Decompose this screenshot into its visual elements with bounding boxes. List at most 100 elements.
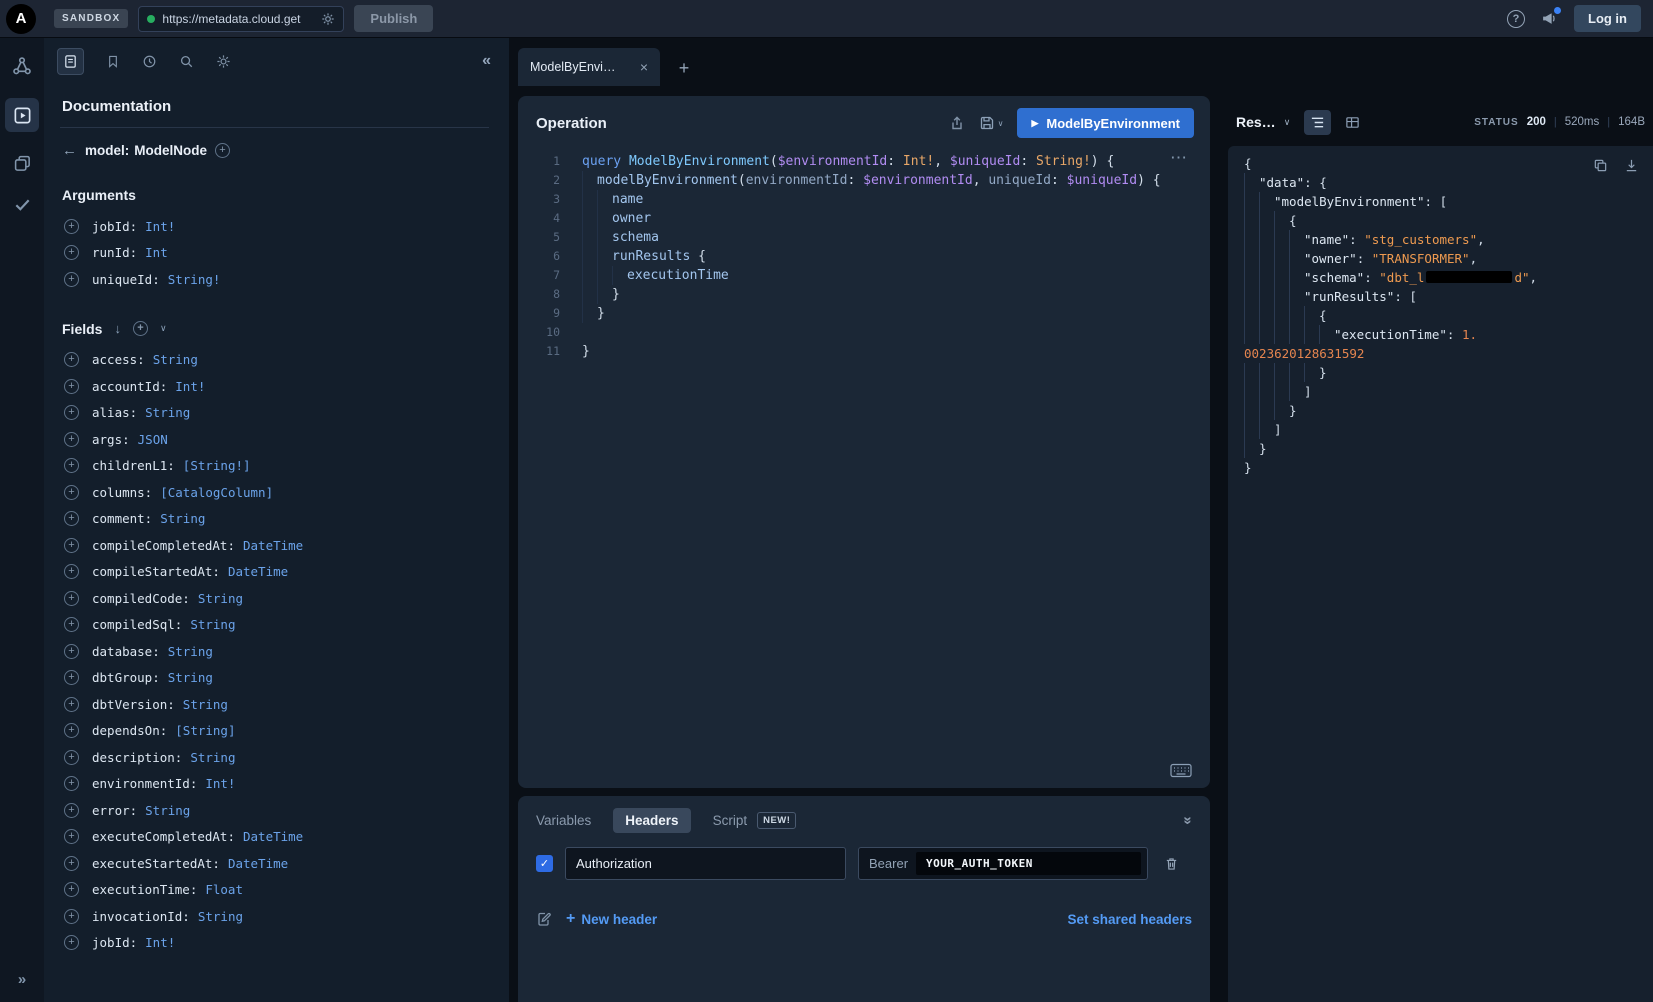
field-item[interactable]: +jobId:Int! — [60, 930, 489, 957]
download-response-icon[interactable] — [1624, 158, 1639, 173]
bulk-edit-icon[interactable] — [536, 911, 552, 927]
collections-icon[interactable] — [13, 154, 32, 173]
expand-rail-icon[interactable]: » — [18, 971, 26, 988]
history-icon[interactable] — [142, 54, 157, 69]
field-item[interactable]: +invocationId:String — [60, 903, 489, 930]
field-type[interactable]: [String] — [175, 723, 235, 738]
overflow-menu-icon[interactable]: ⋯ — [1170, 148, 1188, 168]
search-icon[interactable] — [179, 54, 194, 69]
help-icon[interactable]: ? — [1507, 10, 1525, 28]
add-to-query-icon[interactable]: + — [64, 909, 79, 924]
response-table-icon[interactable] — [1339, 110, 1366, 135]
add-to-query-icon[interactable]: + — [215, 143, 230, 158]
field-item[interactable]: +access:String — [60, 347, 489, 374]
add-to-query-icon[interactable]: + — [64, 432, 79, 447]
field-item[interactable]: +environmentId:Int! — [60, 771, 489, 798]
copy-response-icon[interactable] — [1593, 158, 1608, 173]
field-type[interactable]: DateTime — [228, 856, 288, 871]
field-item[interactable]: +compiledCode:String — [60, 585, 489, 612]
graph-icon[interactable] — [12, 56, 32, 76]
add-to-query-icon[interactable]: + — [64, 379, 79, 394]
add-to-query-icon[interactable]: + — [64, 538, 79, 553]
add-to-query-icon[interactable]: + — [64, 750, 79, 765]
field-item[interactable]: +compiledSql:String — [60, 612, 489, 639]
field-type[interactable]: String — [198, 591, 243, 606]
run-operation-button[interactable]: ▶ ModelByEnvironment — [1017, 108, 1194, 138]
tab-headers[interactable]: Headers — [613, 808, 690, 833]
add-to-query-icon[interactable]: + — [64, 882, 79, 897]
field-type[interactable]: String — [145, 405, 190, 420]
add-to-query-icon[interactable]: + — [64, 829, 79, 844]
field-item[interactable]: +description:String — [60, 744, 489, 771]
field-item[interactable]: +jobId:Int! — [60, 213, 489, 240]
field-type[interactable]: String — [198, 909, 243, 924]
back-arrow-icon[interactable]: ← — [62, 142, 77, 159]
breadcrumb-type[interactable]: ModelNode — [134, 143, 207, 158]
add-to-query-icon[interactable]: + — [64, 935, 79, 950]
save-button[interactable]: ∨ — [979, 115, 1004, 131]
field-item[interactable]: +compileCompletedAt:DateTime — [60, 532, 489, 559]
field-item[interactable]: +args:JSON — [60, 426, 489, 453]
close-tab-icon[interactable]: × — [640, 59, 648, 75]
field-type[interactable]: DateTime — [228, 564, 288, 579]
new-tab-button[interactable]: + — [672, 56, 696, 80]
field-type[interactable]: String — [183, 697, 228, 712]
field-type[interactable]: String — [168, 644, 213, 659]
explorer-icon[interactable] — [5, 98, 39, 132]
add-to-query-icon[interactable]: + — [64, 723, 79, 738]
auth-token-value[interactable]: YOUR_AUTH_TOKEN — [916, 852, 1141, 875]
response-title[interactable]: Res… — [1236, 114, 1276, 130]
sort-icon[interactable]: ↓ — [114, 321, 121, 336]
collapse-docs-icon[interactable]: « — [482, 52, 491, 70]
field-item[interactable]: +alias:String — [60, 400, 489, 427]
query-editor[interactable]: 1query ModelByEnvironment($environmentId… — [518, 152, 1210, 361]
field-type[interactable]: DateTime — [243, 538, 303, 553]
field-item[interactable]: +error:String — [60, 797, 489, 824]
field-item[interactable]: +uniqueId:String! — [60, 266, 489, 293]
response-format-icon[interactable] — [1304, 110, 1331, 135]
field-type[interactable]: Int — [145, 245, 168, 260]
login-button[interactable]: Log in — [1574, 5, 1641, 32]
save-dropdown-chevron-icon[interactable]: ∨ — [998, 119, 1004, 128]
field-type[interactable]: String — [145, 803, 190, 818]
header-enabled-checkbox[interactable]: ✓ — [536, 855, 553, 872]
tab-variables[interactable]: Variables — [536, 813, 591, 828]
announcements-icon[interactable] — [1541, 10, 1558, 27]
add-all-fields-icon[interactable]: + — [133, 321, 148, 336]
field-type[interactable]: DateTime — [243, 829, 303, 844]
delete-header-icon[interactable] — [1164, 856, 1179, 872]
field-type[interactable]: String! — [168, 272, 221, 287]
field-type[interactable]: [CatalogColumn] — [160, 485, 273, 500]
field-item[interactable]: +runId:Int — [60, 240, 489, 267]
field-type[interactable]: JSON — [138, 432, 168, 447]
endpoint-url[interactable]: https://metadata.cloud.get — [162, 12, 314, 26]
checks-icon[interactable] — [13, 195, 32, 214]
field-item[interactable]: +executeStartedAt:DateTime — [60, 850, 489, 877]
field-type[interactable]: Int! — [145, 219, 175, 234]
field-type[interactable]: Int! — [145, 935, 175, 950]
bookmark-icon[interactable] — [106, 54, 120, 69]
set-shared-headers-link[interactable]: Set shared headers — [1067, 912, 1192, 927]
add-to-query-icon[interactable]: + — [64, 803, 79, 818]
add-to-query-icon[interactable]: + — [64, 644, 79, 659]
endpoint-settings-gear-icon[interactable] — [321, 12, 335, 26]
collapse-panel-icon[interactable]: » — [1179, 816, 1196, 824]
field-item[interactable]: +compileStartedAt:DateTime — [60, 559, 489, 586]
field-item[interactable]: +dependsOn:[String] — [60, 718, 489, 745]
field-item[interactable]: +executeCompletedAt:DateTime — [60, 824, 489, 851]
field-type[interactable]: String — [153, 352, 198, 367]
field-type[interactable]: String — [190, 617, 235, 632]
add-to-query-icon[interactable]: + — [64, 697, 79, 712]
add-to-query-icon[interactable]: + — [64, 591, 79, 606]
add-to-query-icon[interactable]: + — [64, 511, 79, 526]
field-type[interactable]: Int! — [205, 776, 235, 791]
docs-icon[interactable] — [57, 48, 84, 75]
field-type[interactable]: String — [168, 670, 213, 685]
tab-script[interactable]: Script — [713, 813, 748, 828]
field-type[interactable]: [String!] — [183, 458, 251, 473]
field-type[interactable]: Int! — [175, 379, 205, 394]
operation-tab[interactable]: ModelByEnvi… × — [518, 48, 660, 86]
response-dropdown-chevron-icon[interactable]: ∨ — [1284, 117, 1291, 128]
field-item[interactable]: +childrenL1:[String!] — [60, 453, 489, 480]
share-icon[interactable] — [949, 115, 965, 131]
